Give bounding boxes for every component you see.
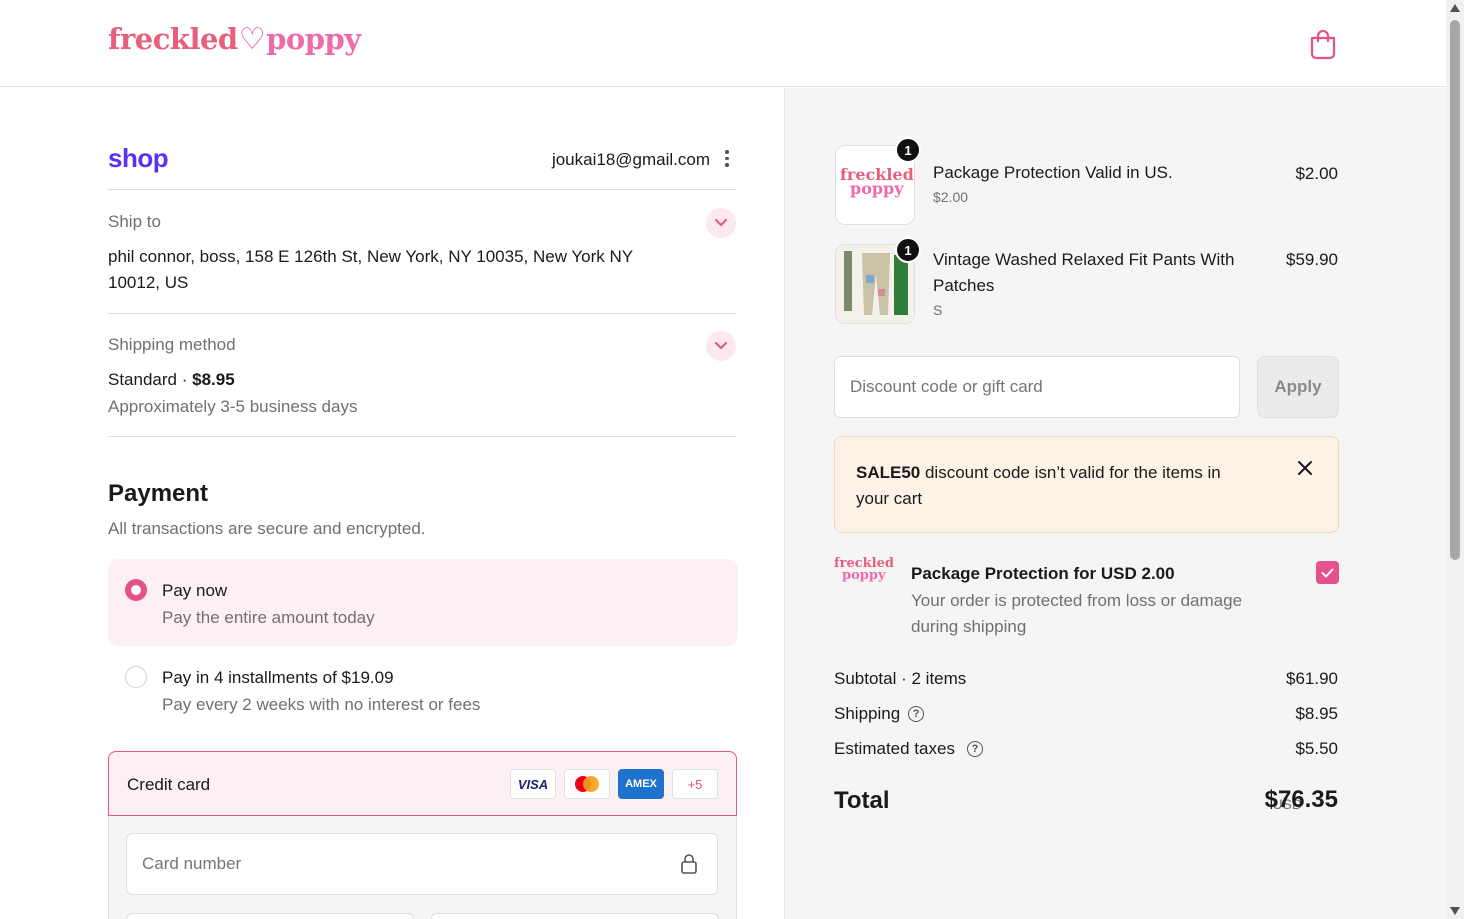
- checkout-form: shop joukai18@gmail.com Ship to phil con…: [0, 88, 784, 919]
- package-protection-subtitle: Your order is protected from loss or dam…: [911, 591, 1243, 636]
- shipping-method-value: Standard · $8.95: [108, 370, 235, 389]
- scrollbar-thumb[interactable]: [1450, 20, 1460, 560]
- amex-icon: AMEX: [618, 769, 664, 799]
- shopping-bag-icon[interactable]: [1308, 28, 1338, 60]
- item-price: $59.90: [1286, 250, 1338, 269]
- credit-card-label: Credit card: [127, 775, 211, 794]
- ship-to-label: Ship to: [108, 212, 161, 231]
- subtotal-label: Subtotal · 2 items: [834, 669, 967, 688]
- pay-now-radio[interactable]: [125, 579, 147, 601]
- chevron-down-icon: [715, 342, 727, 350]
- payment-title: Payment: [108, 480, 209, 507]
- card-number-input[interactable]: [126, 833, 718, 895]
- item-price: $2.00: [1295, 164, 1338, 183]
- divider: [108, 436, 736, 437]
- chevron-down-icon: [715, 219, 727, 227]
- total-value: $76.35: [1264, 786, 1338, 813]
- item-variant: $2.00: [933, 189, 969, 205]
- apply-discount-button[interactable]: Apply: [1257, 356, 1339, 418]
- divider: [108, 313, 736, 314]
- package-protection-logo: freckled poppy: [834, 556, 894, 583]
- more-options-icon[interactable]: [722, 150, 732, 170]
- shop-pay-logo: shop: [108, 143, 169, 173]
- scroll-up-icon[interactable]: [1450, 4, 1460, 12]
- freckled-poppy-logo[interactable]: freckled♡poppy: [108, 22, 361, 57]
- lock-icon: [681, 854, 697, 874]
- ship-to-toggle[interactable]: [706, 208, 736, 238]
- more-cards-badge: +5: [672, 769, 718, 799]
- pay-installments-radio[interactable]: [125, 666, 147, 688]
- visa-icon: VISA: [510, 769, 556, 799]
- account-email: joukai18@gmail.com: [551, 150, 710, 169]
- divider: [108, 189, 736, 190]
- credit-card-fields: [108, 816, 737, 919]
- total-label: Total: [834, 787, 890, 814]
- discount-error-alert: SALE50 discount code isn’t valid for the…: [834, 436, 1339, 533]
- subtotal-value: $61.90: [1286, 669, 1338, 688]
- pay-installments-title: Pay in 4 installments of $19.09: [162, 668, 394, 687]
- pay-now-title: Pay now: [162, 581, 228, 600]
- quantity-badge: 1: [895, 137, 921, 163]
- order-summary: freckled poppy 1 Package Protection Vali…: [784, 88, 1446, 919]
- page-scrollbar[interactable]: [1446, 0, 1464, 919]
- site-header: freckled♡poppy: [0, 0, 1446, 87]
- package-protection-logo: freckled poppy: [840, 165, 914, 198]
- help-icon[interactable]: ?: [908, 706, 925, 722]
- shipping-address: phil connor, boss, 158 E 126th St, New Y…: [108, 247, 633, 292]
- scroll-down-icon[interactable]: [1450, 907, 1460, 915]
- payment-subtitle: All transactions are secure and encrypte…: [108, 519, 426, 538]
- pay-now-option[interactable]: Pay now Pay the entire amount today: [108, 559, 738, 646]
- credit-card-option[interactable]: Credit card VISA AMEX +5: [108, 751, 737, 816]
- taxes-value: $5.50: [1295, 739, 1338, 758]
- quantity-badge: 1: [895, 237, 921, 263]
- alert-message: SALE50 discount code isn’t valid for the…: [856, 463, 1221, 508]
- shipping-method-label: Shipping method: [108, 335, 236, 354]
- shipping-price: $8.95: [192, 370, 235, 389]
- item-name: Package Protection Valid in US.: [933, 163, 1173, 182]
- mastercard-icon: [564, 769, 610, 799]
- item-name: Vintage Washed Relaxed Fit Pants With Pa…: [933, 250, 1235, 295]
- shipping-method-toggle[interactable]: [706, 331, 736, 361]
- heart-icon: ♡: [238, 22, 266, 57]
- pay-installments-subtitle: Pay every 2 weeks with no interest or fe…: [162, 695, 481, 714]
- help-icon[interactable]: ?: [966, 741, 983, 757]
- close-icon[interactable]: [1296, 459, 1314, 477]
- item-variant: S: [933, 302, 943, 318]
- shipping-label: Shipping?: [834, 704, 925, 724]
- expiration-input[interactable]: [126, 913, 414, 919]
- pay-now-subtitle: Pay the entire amount today: [162, 608, 375, 627]
- package-protection-title: Package Protection for USD 2.00: [911, 564, 1175, 583]
- package-protection-checkbox[interactable]: [1316, 561, 1339, 584]
- shipping-eta: Approximately 3-5 business days: [108, 397, 358, 416]
- shipping-value: $8.95: [1295, 704, 1338, 723]
- discount-code-input[interactable]: [834, 356, 1240, 418]
- security-code-input[interactable]: [431, 913, 719, 919]
- taxes-label: Estimated taxes?: [834, 739, 983, 759]
- checkmark-icon: [1321, 568, 1334, 577]
